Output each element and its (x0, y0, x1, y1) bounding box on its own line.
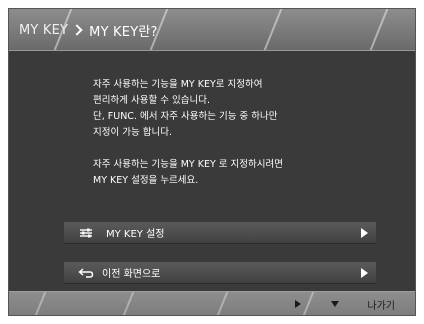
text-line: MY KEY 설정을 누르세요. (93, 175, 199, 186)
mykey-settings-button[interactable]: MY KEY 설정 (64, 222, 376, 244)
settings-sliders-icon (76, 228, 96, 238)
header-bar: MY KEY MY KEY란? (9, 9, 415, 51)
page-title: MY KEY란? (89, 24, 158, 40)
description-paragraph-2: 자주 사용하는 기능을 MY KEY 로 지정하시려면 MY KEY 설정을 누… (93, 157, 393, 189)
play-right-icon[interactable] (295, 300, 302, 308)
breadcrumb: MY KEY MY KEY란? (19, 20, 158, 40)
footer-bar: 나가기 (9, 291, 415, 315)
text-line: 편리하게 사용할 수 있습니다. (93, 95, 210, 106)
previous-screen-label: 이전 화면으로 (102, 269, 161, 280)
osd-screen: MY KEY MY KEY란? 자주 사용하는 기능을 MY KEY로 지정하여… (8, 8, 416, 316)
text-line: 자주 사용하는 기능을 MY KEY로 지정하여 (93, 79, 263, 90)
description-paragraph-1: 자주 사용하는 기능을 MY KEY로 지정하여 편리하게 사용할 수 있습니다… (93, 77, 393, 141)
text-line: 단, FUNC. 에서 자주 사용하는 기능 중 하나만 (93, 111, 278, 122)
decorative-stroke (215, 292, 229, 315)
down-triangle-icon[interactable] (331, 301, 340, 307)
decorative-stroke (260, 9, 284, 50)
text-line: 자주 사용하는 기능을 MY KEY 로 지정하시려면 (93, 159, 283, 170)
decorative-stroke (33, 292, 47, 315)
breadcrumb-parent[interactable]: MY KEY (19, 23, 68, 38)
decorative-stroke (366, 9, 390, 50)
play-right-icon (361, 268, 368, 278)
return-arrow-icon (76, 267, 96, 278)
decorative-stroke (121, 292, 135, 315)
text-line: 지정이 가능 합니다. (93, 127, 172, 138)
footer-nav: 나가기 (295, 296, 395, 312)
description-text: 자주 사용하는 기능을 MY KEY로 지정하여 편리하게 사용할 수 있습니다… (93, 77, 393, 205)
mykey-settings-label: MY KEY 설정 (106, 229, 165, 240)
monitor-frame: MY KEY MY KEY란? 자주 사용하는 기능을 MY KEY로 지정하여… (0, 0, 424, 324)
chevron-right-icon (71, 24, 83, 36)
play-right-icon (361, 228, 368, 238)
previous-screen-button[interactable]: 이전 화면으로 (64, 262, 376, 284)
exit-button[interactable]: 나가기 (367, 297, 395, 312)
